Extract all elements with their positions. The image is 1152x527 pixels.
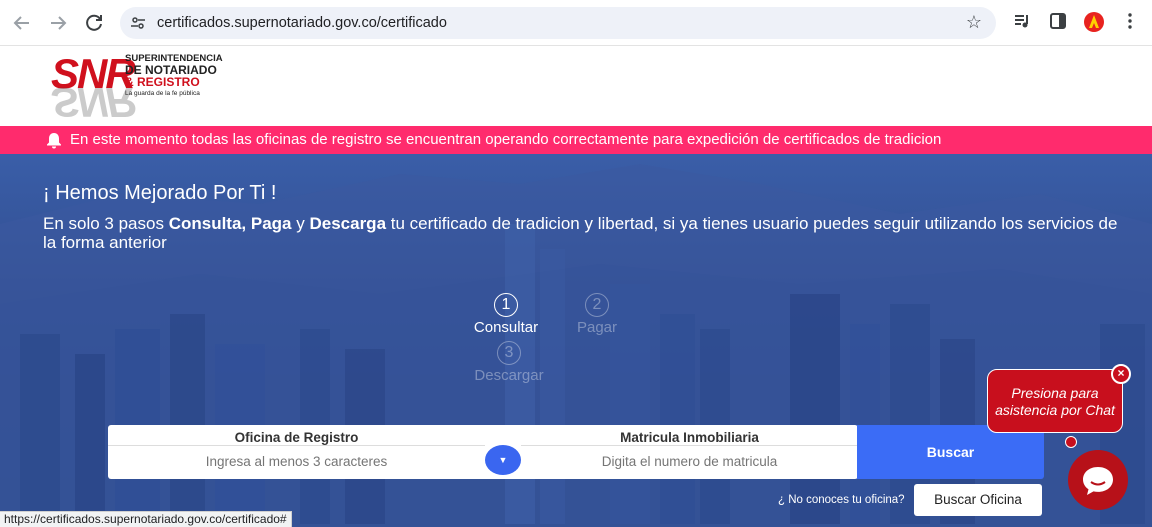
side-panel-icon[interactable]: [1046, 11, 1070, 35]
hero-section: ¡ Hemos Mejorado Por Ti ! En solo 3 paso…: [0, 154, 1152, 527]
no-conoces-text: ¿ No conoces tu oficina?: [778, 494, 905, 506]
buscar-button[interactable]: Buscar: [857, 425, 1044, 479]
chat-prompt-bubble[interactable]: Presiona para asistencia por Chat: [987, 369, 1123, 433]
browser-toolbar: certificados.supernotariado.gov.co/certi…: [0, 0, 1152, 46]
media-control-icon[interactable]: [1010, 11, 1034, 35]
chat-bubble-tail: [1065, 436, 1077, 448]
reload-icon[interactable]: [82, 11, 106, 35]
hero-description: En solo 3 pasos Consulta, Paga y Descarg…: [43, 214, 1118, 252]
step-descargar[interactable]: 3 Descargar: [468, 341, 550, 384]
oficina-input[interactable]: [108, 447, 485, 475]
matricula-label: Matricula Inmobiliaria: [620, 430, 759, 445]
svg-text:& REGISTRO: & REGISTRO: [125, 75, 200, 89]
buscar-oficina-button[interactable]: Buscar Oficina: [914, 484, 1042, 516]
chat-close-icon[interactable]: ×: [1111, 364, 1131, 384]
status-alert-banner: En este momento todas las oficinas de re…: [0, 126, 1152, 154]
oficina-dropdown-button[interactable]: ▼: [485, 445, 521, 475]
site-header: SNR SNR SUPERINTENDENCIA DE NOTARIADO & …: [0, 46, 1152, 126]
divider: [521, 445, 858, 446]
menu-dots-icon[interactable]: [1118, 11, 1142, 35]
oficina-label: Oficina de Registro: [234, 430, 359, 445]
snr-logo[interactable]: SNR SNR SUPERINTENDENCIA DE NOTARIADO & …: [50, 50, 230, 126]
hero-title: ¡ Hemos Mejorado Por Ti !: [43, 182, 277, 204]
link-status-bar: https://certificados.supernotariado.gov.…: [0, 511, 292, 527]
address-bar[interactable]: certificados.supernotariado.gov.co/certi…: [120, 7, 996, 39]
divider: [108, 445, 485, 446]
alert-text: En este momento todas las oficinas de re…: [70, 131, 942, 148]
step-number: 3: [497, 341, 521, 365]
step-pagar[interactable]: 2 Pagar: [566, 293, 628, 336]
site-info-icon[interactable]: [130, 15, 146, 31]
profile-avatar-icon[interactable]: [1082, 11, 1106, 35]
search-form: Oficina de Registro ▼ Matricula Inmobili…: [108, 425, 858, 479]
svg-text:SNR: SNR: [51, 79, 136, 120]
step-consultar[interactable]: 1 Consultar: [468, 293, 544, 336]
svg-text:La guarda de la fe pública: La guarda de la fe pública: [125, 90, 200, 97]
bell-icon: [47, 133, 61, 149]
step-label: Consultar: [473, 319, 539, 336]
bookmark-star-icon[interactable]: ☆: [966, 12, 982, 33]
url-text[interactable]: certificados.supernotariado.gov.co/certi…: [157, 7, 447, 39]
forward-arrow-icon[interactable]: [46, 11, 70, 35]
matricula-input[interactable]: [521, 447, 858, 475]
step-number: 1: [494, 293, 518, 317]
step-label: Pagar: [576, 319, 618, 336]
chat-icon: [1083, 467, 1113, 495]
step-label: Descargar: [474, 367, 544, 384]
chat-launcher-button[interactable]: [1068, 450, 1128, 510]
back-arrow-icon[interactable]: [10, 11, 34, 35]
step-number: 2: [585, 293, 609, 317]
